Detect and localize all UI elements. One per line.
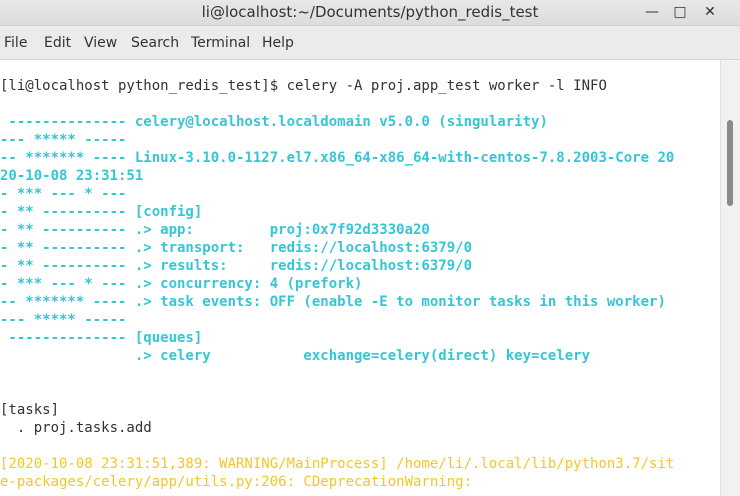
minimize-button[interactable]: — bbox=[642, 3, 662, 21]
menu-file[interactable]: File bbox=[4, 35, 27, 51]
terminal-line: - ** ---------- .> results: redis://loca… bbox=[0, 258, 473, 274]
terminal-line: -------------- [queues] bbox=[0, 330, 203, 346]
terminal-line: 20-10-08 23:31:51 bbox=[0, 168, 144, 184]
terminal-line: -- ******* ---- .> task events: OFF (ena… bbox=[0, 294, 666, 310]
menu-terminal[interactable]: Terminal bbox=[191, 35, 250, 51]
scrollbar-thumb[interactable] bbox=[727, 120, 733, 206]
menu-edit[interactable]: Edit bbox=[44, 35, 71, 51]
window-title: li@localhost:~/Documents/python_redis_te… bbox=[201, 3, 539, 21]
terminal-line: --- ***** ----- bbox=[0, 132, 127, 148]
terminal-line: . proj.tasks.add bbox=[0, 420, 152, 436]
maximize-button[interactable]: □ bbox=[670, 3, 690, 21]
terminal-line: -------------- celery@localhost.localdom… bbox=[0, 114, 548, 130]
terminal-line: -- ******* ---- Linux-3.10.0-1127.el7.x8… bbox=[0, 150, 675, 166]
terminal-line: - ** ---------- .> transport: redis://lo… bbox=[0, 240, 473, 256]
menu-bar: File Edit View Search Terminal Help bbox=[0, 26, 740, 60]
terminal-window: li@localhost:~/Documents/python_redis_te… bbox=[0, 0, 740, 496]
menu-view[interactable]: View bbox=[84, 35, 117, 51]
vertical-scrollbar[interactable] bbox=[720, 60, 740, 496]
title-bar[interactable]: li@localhost:~/Documents/python_redis_te… bbox=[0, 0, 740, 26]
terminal-line: e-packages/celery/app/utils.py:206: CDep… bbox=[0, 474, 473, 490]
terminal-line: [li@localhost python_redis_test]$ celery… bbox=[0, 78, 607, 94]
terminal-line: - ** ---------- .> app: proj:0x7f92d3330… bbox=[0, 222, 430, 238]
menu-search[interactable]: Search bbox=[131, 35, 179, 51]
terminal-line: .> celery exchange=celery(direct) key=ce… bbox=[0, 348, 591, 364]
terminal-line: [2020-10-08 23:31:51,389: WARNING/MainPr… bbox=[0, 456, 675, 472]
terminal-output[interactable]: [li@localhost python_redis_test]$ celery… bbox=[0, 60, 720, 496]
terminal-line: [tasks] bbox=[0, 402, 60, 418]
terminal-line: - *** --- * --- .> concurrency: 4 (prefo… bbox=[0, 276, 363, 292]
terminal-line: - ** ---------- [config] bbox=[0, 204, 203, 220]
terminal-line: - *** --- * --- bbox=[0, 186, 127, 202]
terminal-line: --- ***** ----- bbox=[0, 312, 127, 328]
menu-help[interactable]: Help bbox=[262, 35, 294, 51]
close-button[interactable]: ✕ bbox=[700, 3, 720, 21]
